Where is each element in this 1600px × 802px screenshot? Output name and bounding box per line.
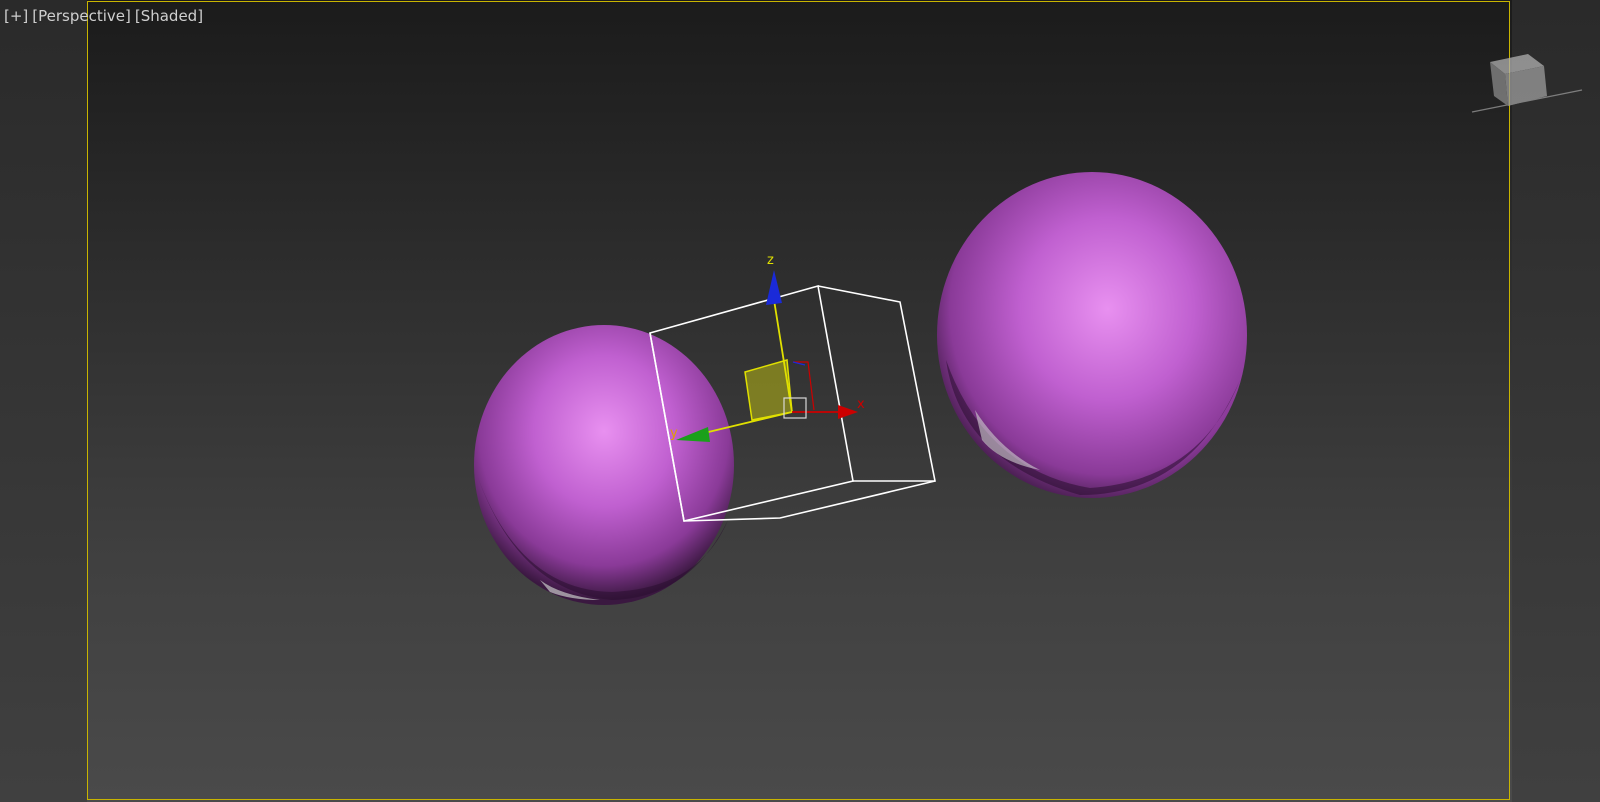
- x-axis-arrow[interactable]: [838, 405, 858, 419]
- y-axis-label: y: [670, 426, 678, 441]
- perspective-viewport[interactable]: [+] [Perspective] [Shaded] z y x: [0, 0, 1600, 802]
- z-axis-arrow[interactable]: [766, 270, 782, 305]
- scene-canvas: z y x: [474, 54, 1583, 605]
- z-axis-label: z: [767, 253, 774, 268]
- sphere-left[interactable]: [474, 325, 734, 605]
- viewcube-icon[interactable]: [1471, 54, 1583, 113]
- sphere-right[interactable]: [937, 172, 1247, 498]
- x-axis-label: x: [857, 397, 865, 412]
